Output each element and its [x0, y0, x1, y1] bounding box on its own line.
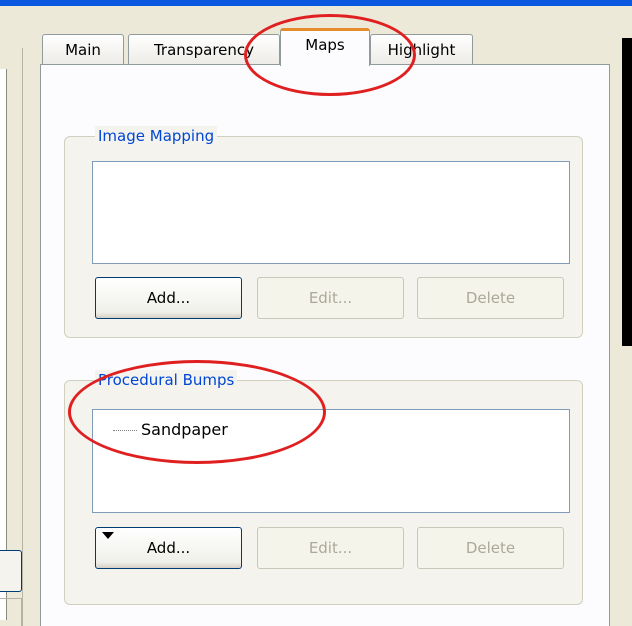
procedural-bumps-edit-label: Edit...: [308, 539, 353, 557]
left-pane-button[interactable]: [0, 550, 22, 592]
procedural-bumps-edit-button[interactable]: Edit...: [257, 527, 404, 569]
tab-highlight-label: Highlight: [387, 41, 456, 59]
tab-maps-label: Maps: [305, 36, 345, 54]
procedural-bumps-delete-button[interactable]: Delete: [417, 527, 564, 569]
procedural-bump-sandpaper: Sandpaper: [141, 420, 228, 439]
tab-highlight[interactable]: Highlight: [370, 34, 473, 65]
image-mapping-edit-button[interactable]: Edit...: [257, 277, 404, 319]
tab-main[interactable]: Main: [42, 34, 124, 65]
procedural-bumps-title: Procedural Bumps: [95, 370, 238, 390]
right-edge-scrollbar[interactable]: [622, 38, 632, 346]
left-pane-list[interactable]: [0, 69, 7, 620]
procedural-bumps-group: Procedural Bumps Sandpaper Add... Edit..…: [64, 370, 583, 605]
procedural-bumps-add-label: Add...: [146, 539, 191, 557]
image-mapping-edit-label: Edit...: [308, 289, 353, 307]
image-mapping-add-button[interactable]: Add...: [95, 277, 242, 319]
image-mapping-delete-label: Delete: [465, 289, 516, 307]
tab-transparency[interactable]: Transparency: [128, 34, 280, 65]
left-pane-stub: [0, 598, 22, 626]
tab-transparency-label: Transparency: [153, 41, 255, 59]
window-title-bar-edge: [0, 0, 632, 6]
tab-maps[interactable]: Maps: [280, 28, 370, 66]
image-mapping-list[interactable]: [92, 161, 570, 264]
dropdown-arrow-icon: [102, 532, 114, 539]
image-mapping-add-label: Add...: [146, 289, 191, 307]
image-mapping-delete-button[interactable]: Delete: [417, 277, 564, 319]
list-item[interactable]: Sandpaper: [113, 420, 228, 439]
image-mapping-title: Image Mapping: [95, 126, 218, 146]
procedural-bumps-list[interactable]: Sandpaper: [92, 409, 570, 513]
image-mapping-group: Image Mapping Add... Edit... Delete: [64, 126, 583, 338]
tab-main-label: Main: [65, 41, 101, 59]
procedural-bumps-delete-label: Delete: [465, 539, 516, 557]
procedural-bumps-add-button[interactable]: Add...: [95, 527, 242, 569]
tree-connector-line: [113, 430, 137, 431]
